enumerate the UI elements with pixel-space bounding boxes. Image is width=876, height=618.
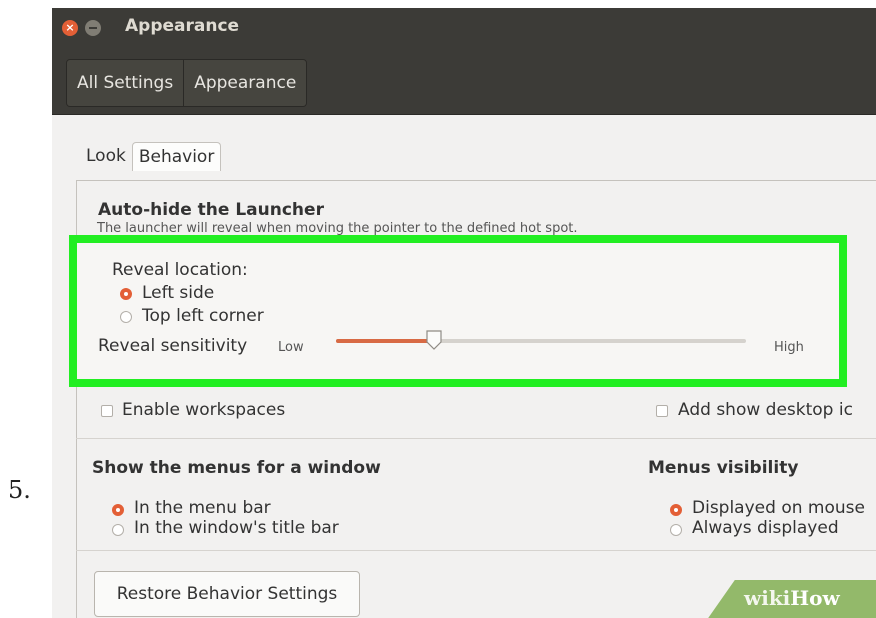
divider [76,438,876,439]
breadcrumb-appearance[interactable]: Appearance [183,60,307,106]
radio-left-side[interactable] [120,288,132,300]
autohide-description: The launcher will reveal when moving the… [97,221,578,236]
slider-fill [336,339,435,343]
sensitivity-high-label: High [774,340,804,355]
minimize-icon[interactable] [85,20,101,36]
reveal-sensitivity-slider[interactable] [336,330,746,350]
watermark-how: How [790,586,840,610]
menus-title: Show the menus for a window [92,458,381,478]
radio-always-displayed[interactable] [670,524,682,536]
breadcrumb-all-settings[interactable]: All Settings [67,60,184,106]
radio-title-bar[interactable] [112,524,124,536]
watermark-wiki: wiki [744,586,791,610]
radio-top-left-corner[interactable] [120,311,132,323]
menus-visibility-title: Menus visibility [648,458,799,478]
option-menu-bar-label: In the menu bar [134,498,271,518]
slider-handle-icon[interactable] [426,330,442,350]
show-desktop-label: Add show desktop ic [678,400,853,420]
sensitivity-low-label: Low [278,340,304,355]
title-bar: × Appearance [52,8,876,48]
appearance-window: × Appearance All Settings Appearance Loo… [52,8,876,618]
tab-behavior[interactable]: Behavior [131,142,222,171]
restore-behavior-settings-button[interactable]: Restore Behavior Settings [94,571,360,617]
reveal-sensitivity-label: Reveal sensitivity [98,336,248,356]
window-title: Appearance [125,16,240,36]
option-title-bar-label: In the window's title bar [134,518,339,538]
option-left-side-label: Left side [142,283,215,303]
radio-in-menu-bar[interactable] [112,504,124,516]
close-icon[interactable]: × [62,20,78,36]
toolbar: All Settings Appearance [52,48,876,115]
tab-look[interactable]: Look [80,142,132,171]
radio-displayed-on-mouse[interactable] [670,504,682,516]
breadcrumb: All Settings Appearance [66,59,308,107]
option-top-left-corner-label: Top left corner [142,306,264,326]
step-number: 5. [8,476,31,504]
wikihow-watermark: wikiHow [744,586,840,610]
reveal-location-label: Reveal location: [112,260,248,280]
option-displayed-on-mouse-label: Displayed on mouse [692,498,865,518]
show-desktop-checkbox[interactable] [656,405,668,417]
enable-workspaces-label: Enable workspaces [122,400,286,420]
autohide-title: Auto-hide the Launcher [98,200,324,220]
tab-bar: Look Behavior [80,142,222,171]
enable-workspaces-checkbox[interactable] [101,405,113,417]
option-always-displayed-label: Always displayed [692,518,839,538]
divider [76,550,876,551]
